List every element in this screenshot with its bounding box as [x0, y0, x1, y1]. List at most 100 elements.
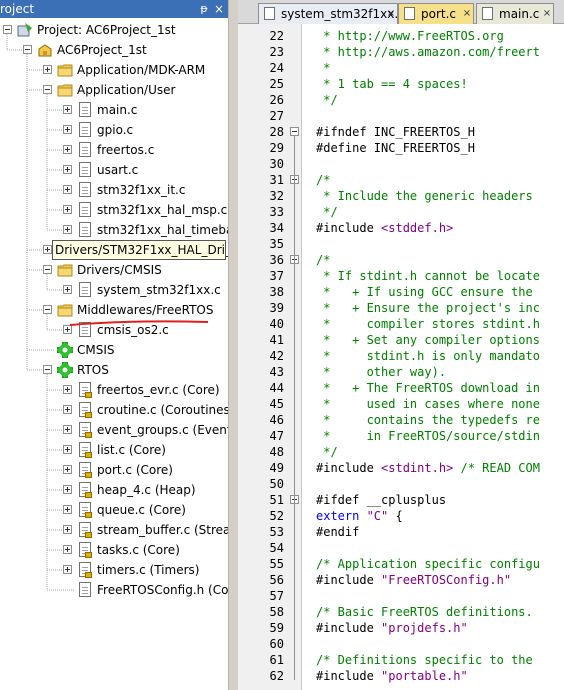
expand-icon[interactable] — [63, 145, 72, 154]
tree-file[interactable]: list.c (Core) — [0, 440, 228, 460]
tree-item-label: RTOS — [77, 363, 109, 377]
tree-file[interactable]: port.c (Core) — [0, 460, 228, 480]
code-line: /* Definitions specific to the — [316, 652, 533, 668]
tree-item-label: Application/MDK-ARM — [77, 63, 206, 77]
expand-icon[interactable] — [43, 245, 52, 254]
tree-file[interactable]: gpio.c — [0, 120, 228, 140]
pin-icon[interactable]: ᵽ — [198, 0, 210, 18]
component-gear-icon — [56, 341, 74, 359]
collapse-icon[interactable] — [43, 305, 52, 314]
tree-file[interactable]: stream_buffer.c (Stream I — [0, 520, 228, 540]
collapse-icon[interactable] — [3, 25, 12, 34]
code-text: * other way). — [316, 365, 447, 379]
code-line: */ — [316, 204, 337, 220]
lock-icon — [85, 472, 92, 478]
expand-icon[interactable] — [63, 485, 72, 494]
expand-icon[interactable] — [63, 525, 72, 534]
expand-icon[interactable] — [63, 505, 72, 514]
tree-file[interactable]: freertos.c — [0, 140, 228, 160]
expand-icon[interactable] — [63, 385, 72, 394]
expand-icon[interactable] — [43, 65, 52, 74]
collapse-icon[interactable] — [23, 45, 32, 54]
code-text: * + The FreeRTOS download in — [316, 381, 540, 395]
tab-close-icon[interactable]: × — [385, 8, 397, 20]
close-icon[interactable]: × — [213, 0, 225, 18]
tree-file[interactable]: system_stm32f1xx.c — [0, 280, 228, 300]
folder-icon — [57, 302, 73, 318]
tree-file[interactable]: tasks.c (Core) — [0, 540, 228, 560]
tree-file[interactable]: stm32f1xx_hal_msp.c — [0, 200, 228, 220]
tree-component-cmsis[interactable]: CMSIS — [0, 340, 228, 360]
tab-close-icon[interactable]: × — [461, 8, 473, 20]
code-line: */ — [316, 92, 337, 108]
tree-component-rtos[interactable]: RTOS — [0, 360, 228, 380]
expand-icon[interactable] — [63, 105, 72, 114]
tree-group[interactable]: Middlewares/FreeRTOS — [0, 300, 228, 320]
tab-system-stm32f1xx[interactable]: system_stm32f1xx.c × — [258, 3, 405, 24]
code-token: #include — [316, 621, 382, 635]
expand-icon[interactable] — [63, 445, 72, 454]
tree-file[interactable]: timers.c (Timers) — [0, 560, 228, 580]
panel-splitter[interactable] — [228, 0, 238, 690]
code-line: * http://www.FreeRTOS.org — [316, 28, 504, 44]
expand-icon[interactable] — [63, 325, 72, 334]
tree-item-label: Application/User — [77, 83, 176, 97]
tree-project[interactable]: Project: AC6Project_1st — [0, 20, 228, 40]
tree-file[interactable]: event_groups.c (Event Gr — [0, 420, 228, 440]
tree-item-label: freertos_evr.c (Core) — [97, 383, 220, 397]
expand-icon[interactable] — [63, 205, 72, 214]
line-number: 56 — [269, 573, 284, 587]
tree-item-label: stm32f1xx_it.c — [97, 183, 186, 197]
code-line: * 1 tab == 4 spaces! — [316, 76, 468, 92]
code-text: /* Application specific configu — [316, 557, 540, 571]
collapse-icon[interactable] — [43, 85, 52, 94]
tree-file[interactable]: queue.c (Core) — [0, 500, 228, 520]
code-line: * other way). — [316, 364, 446, 380]
line-number: 28 — [269, 125, 284, 139]
tree-item-label: timers.c (Timers) — [97, 563, 200, 577]
tab-main[interactable]: main.c × — [476, 3, 554, 24]
fold-collapse-icon[interactable] — [290, 127, 299, 136]
tree-item-label: main.c — [97, 103, 138, 117]
code-token: "portable.h" — [381, 669, 468, 683]
expand-icon[interactable] — [63, 125, 72, 134]
tab-port[interactable]: port.c × — [398, 3, 474, 24]
tab-close-icon[interactable]: × — [541, 8, 553, 20]
c-file-icon — [404, 7, 415, 20]
tree-file[interactable]: croutine.c (Coroutines) — [0, 400, 228, 420]
tree-file[interactable]: FreeRTOSConfig.h (Confi — [0, 580, 228, 600]
project-tree: Project: AC6Project_1st AC6Project_1st App… — [0, 20, 228, 690]
expand-icon[interactable] — [63, 225, 72, 234]
code-text: #ifdef __cplusplus — [316, 493, 447, 507]
tree-group[interactable]: Drivers/CMSIS — [0, 260, 228, 280]
line-number: 43 — [269, 365, 284, 379]
expand-icon[interactable] — [63, 545, 72, 554]
expand-icon[interactable] — [63, 285, 72, 294]
tree-file[interactable]: stm32f1xx_it.c — [0, 180, 228, 200]
collapse-icon[interactable] — [43, 365, 52, 374]
expand-icon[interactable] — [63, 565, 72, 574]
line-number: 36 — [269, 253, 284, 267]
tree-file[interactable]: freertos_evr.c (Core) — [0, 380, 228, 400]
expand-icon[interactable] — [63, 165, 72, 174]
code-line: * — [316, 60, 330, 76]
code-line: #include <stddef.h> — [316, 220, 453, 236]
tree-target[interactable]: AC6Project_1st — [0, 40, 228, 60]
expand-icon[interactable] — [63, 465, 72, 474]
collapse-icon[interactable] — [43, 265, 52, 274]
tree-file[interactable]: stm32f1xx_hal_timebase_ — [0, 220, 228, 240]
expand-icon[interactable] — [63, 185, 72, 194]
expand-icon[interactable] — [63, 425, 72, 434]
tree-file[interactable]: heap_4.c (Heap) — [0, 480, 228, 500]
expand-icon[interactable] — [63, 405, 72, 414]
tree-file[interactable]: usart.c — [0, 160, 228, 180]
code-line: #ifndef INC_FREERTOS_H — [316, 124, 475, 140]
code-view[interactable]: * http://www.FreeRTOS.org * http://aws.a… — [302, 24, 564, 690]
tree-file[interactable]: main.c — [0, 100, 228, 120]
line-number: 48 — [269, 445, 284, 459]
code-line: * + Ensure the project's inc — [316, 300, 540, 316]
tree-group[interactable]: Application/User — [0, 80, 228, 100]
lock-icon — [85, 532, 92, 538]
code-text: /* Basic FreeRTOS definitions. — [316, 605, 533, 619]
tree-group[interactable]: Application/MDK-ARM — [0, 60, 228, 80]
